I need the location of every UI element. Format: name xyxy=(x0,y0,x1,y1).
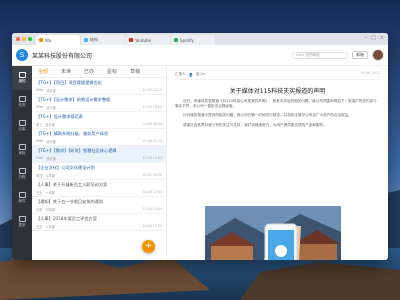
tab-draft[interactable]: 草稿 xyxy=(130,68,140,75)
sidebar-item-approval[interactable]: 审批 xyxy=(12,138,32,162)
tab-unread[interactable]: 未读 xyxy=(61,68,71,75)
list-item[interactable]: 【企业文化】公司文化建设计划 李四 人事部 10-07 09:20 xyxy=(32,163,166,180)
search-input[interactable]: hello 您的邮箱 xyxy=(292,51,348,59)
maximize-dot[interactable] xyxy=(28,37,32,41)
article-time: 10-09 23:12 xyxy=(360,71,380,75)
browser-tab-2[interactable]: Youtube xyxy=(126,35,170,45)
list-item[interactable]: 【人事】关于开展新员工入职培训方案 王五 人事部 10-06 17:45 xyxy=(32,180,166,197)
tab-favicon-icon xyxy=(129,38,133,42)
company-name: 某某科技股份有限公司 xyxy=(32,52,93,60)
browser-tab-bar: Wo. 结构 Youtube Spotify – □ × xyxy=(12,33,388,45)
tab-favicon-icon xyxy=(39,38,43,42)
tab-favicon-icon xyxy=(174,38,178,42)
bell-icon xyxy=(18,72,26,78)
sidebar-item-schedule[interactable]: 日程 xyxy=(12,162,32,186)
app-window: Wo. 结构 Youtube Spotify – □ × S 某某科技股份有限公… xyxy=(12,33,388,260)
note-icon xyxy=(18,120,26,126)
approval-icon xyxy=(18,144,26,150)
more-icon xyxy=(18,216,26,222)
list-item[interactable]: 【TG+】【项目】项目管理逻辑优化 Mike 设计部 10-09 23:12 xyxy=(32,78,166,95)
article-meta: 汇报人 👤 某小e xyxy=(175,70,380,80)
list-item[interactable]: 【TG+】辅助系统升级、服务用户体验 Mike 设计部 10-08 21:15 xyxy=(32,129,166,146)
article-paragraph: 针对媒体报道中提到的相关问题，我公司已第一时间进行核查，并将依法维护公司及广大用… xyxy=(183,113,352,118)
minimize-dot[interactable] xyxy=(22,37,26,41)
browser-tab-0[interactable]: Wo. xyxy=(36,35,80,45)
sidebar-item-mail[interactable]: 邮件 xyxy=(12,186,32,210)
list-tabs: 全部 未读 已办 星标 草稿 xyxy=(32,66,166,78)
article-author: 某小e xyxy=(195,72,206,76)
close-icon[interactable]: × xyxy=(380,35,384,41)
sidebar-item-notice[interactable]: 通知 xyxy=(12,66,32,90)
minimize-icon[interactable]: – xyxy=(365,35,368,41)
browser-tab-3[interactable]: Spotify xyxy=(171,35,215,45)
tab-favicon-icon xyxy=(84,38,88,42)
list-item-selected[interactable]: 【TG+】【需求】【研发】智慧社区核心逻辑 Mike 设计部 10-08 12:02 xyxy=(32,146,166,163)
calendar-icon xyxy=(18,168,26,174)
article-photo xyxy=(205,206,341,260)
close-dot[interactable] xyxy=(16,37,20,41)
task-icon xyxy=(18,96,26,102)
tab-all[interactable]: 全部 xyxy=(38,68,48,75)
list-item[interactable]: 【TG+】【设计需求】前期设计需求整理 Mike 设计部 10-09 18:40 xyxy=(32,95,166,112)
company-logo-icon: S xyxy=(16,49,28,61)
mail-icon xyxy=(18,192,26,198)
add-button[interactable]: + xyxy=(142,240,155,253)
sidebar-item-more[interactable]: 更多 xyxy=(12,210,32,234)
window-buttons: – □ × xyxy=(365,35,384,41)
app-body: 通知 任务 记事 审批 日程 邮件 更多 全部 未读 已办 星标 草稿 【TG+… xyxy=(12,66,388,260)
header-actions: hello 您的邮箱 邮箱 xyxy=(292,49,384,61)
browser-tab-1[interactable]: 结构 xyxy=(81,35,125,45)
list-item[interactable]: 【通知】关于五一节假日安排的通知 行政 行政部 10-05 10:00 xyxy=(32,197,166,214)
list-item[interactable]: 【人事】2018年度员工评优方案 王五 人事部 10-04 15:30 xyxy=(32,214,166,231)
avatar[interactable] xyxy=(372,49,384,61)
article-paragraph: 感谢社会各界对我公司的关注与支持，我们将继续努力，为用户提供更优质的产品和服务。 xyxy=(183,122,327,127)
mail-button[interactable]: 邮箱 xyxy=(352,51,368,59)
tab-done[interactable]: 已办 xyxy=(84,68,94,75)
app-header: S 某某科技股份有限公司 hello 您的邮箱 邮箱 xyxy=(12,45,388,66)
message-list-pane: 全部 未读 已办 星标 草稿 【TG+】【项目】项目管理逻辑优化 Mike 设计部 1… xyxy=(32,66,167,260)
restore-icon[interactable]: □ xyxy=(371,35,376,41)
list-item[interactable]: 【TG+】设计需求规范表 张三 设计部 10-09 16:30 xyxy=(32,112,166,129)
article-paragraph: 近日，有媒体发表报道《对115科技公司某某的声明》，就其中涉及的相关问题，我公司… xyxy=(175,99,377,109)
sidebar: 通知 任务 记事 审批 日程 邮件 更多 xyxy=(12,66,32,260)
sidebar-item-note[interactable]: 记事 xyxy=(12,114,32,138)
window-controls[interactable] xyxy=(16,37,32,41)
sidebar-item-task[interactable]: 任务 xyxy=(12,90,32,114)
article-pane: 汇报人 👤 某小e 10-09 23:12 关于媒体对115科技夫实报道的声明 … xyxy=(167,66,388,260)
tab-starred[interactable]: 星标 xyxy=(107,68,117,75)
author-icon: 👤 xyxy=(188,72,193,77)
article-title: 关于媒体对115科技夫实报道的声明 xyxy=(229,88,326,95)
